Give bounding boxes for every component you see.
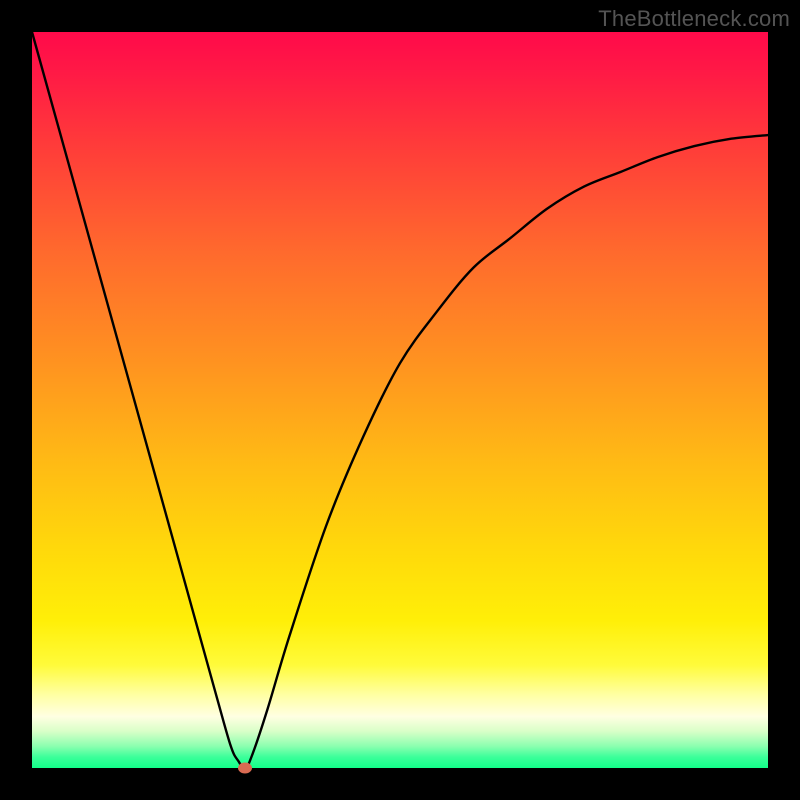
- optimal-marker: [238, 763, 252, 774]
- watermark-text: TheBottleneck.com: [598, 6, 790, 32]
- curve-path: [32, 32, 768, 768]
- plot-area: [32, 32, 768, 768]
- bottleneck-curve: [32, 32, 768, 768]
- chart-frame: TheBottleneck.com: [0, 0, 800, 800]
